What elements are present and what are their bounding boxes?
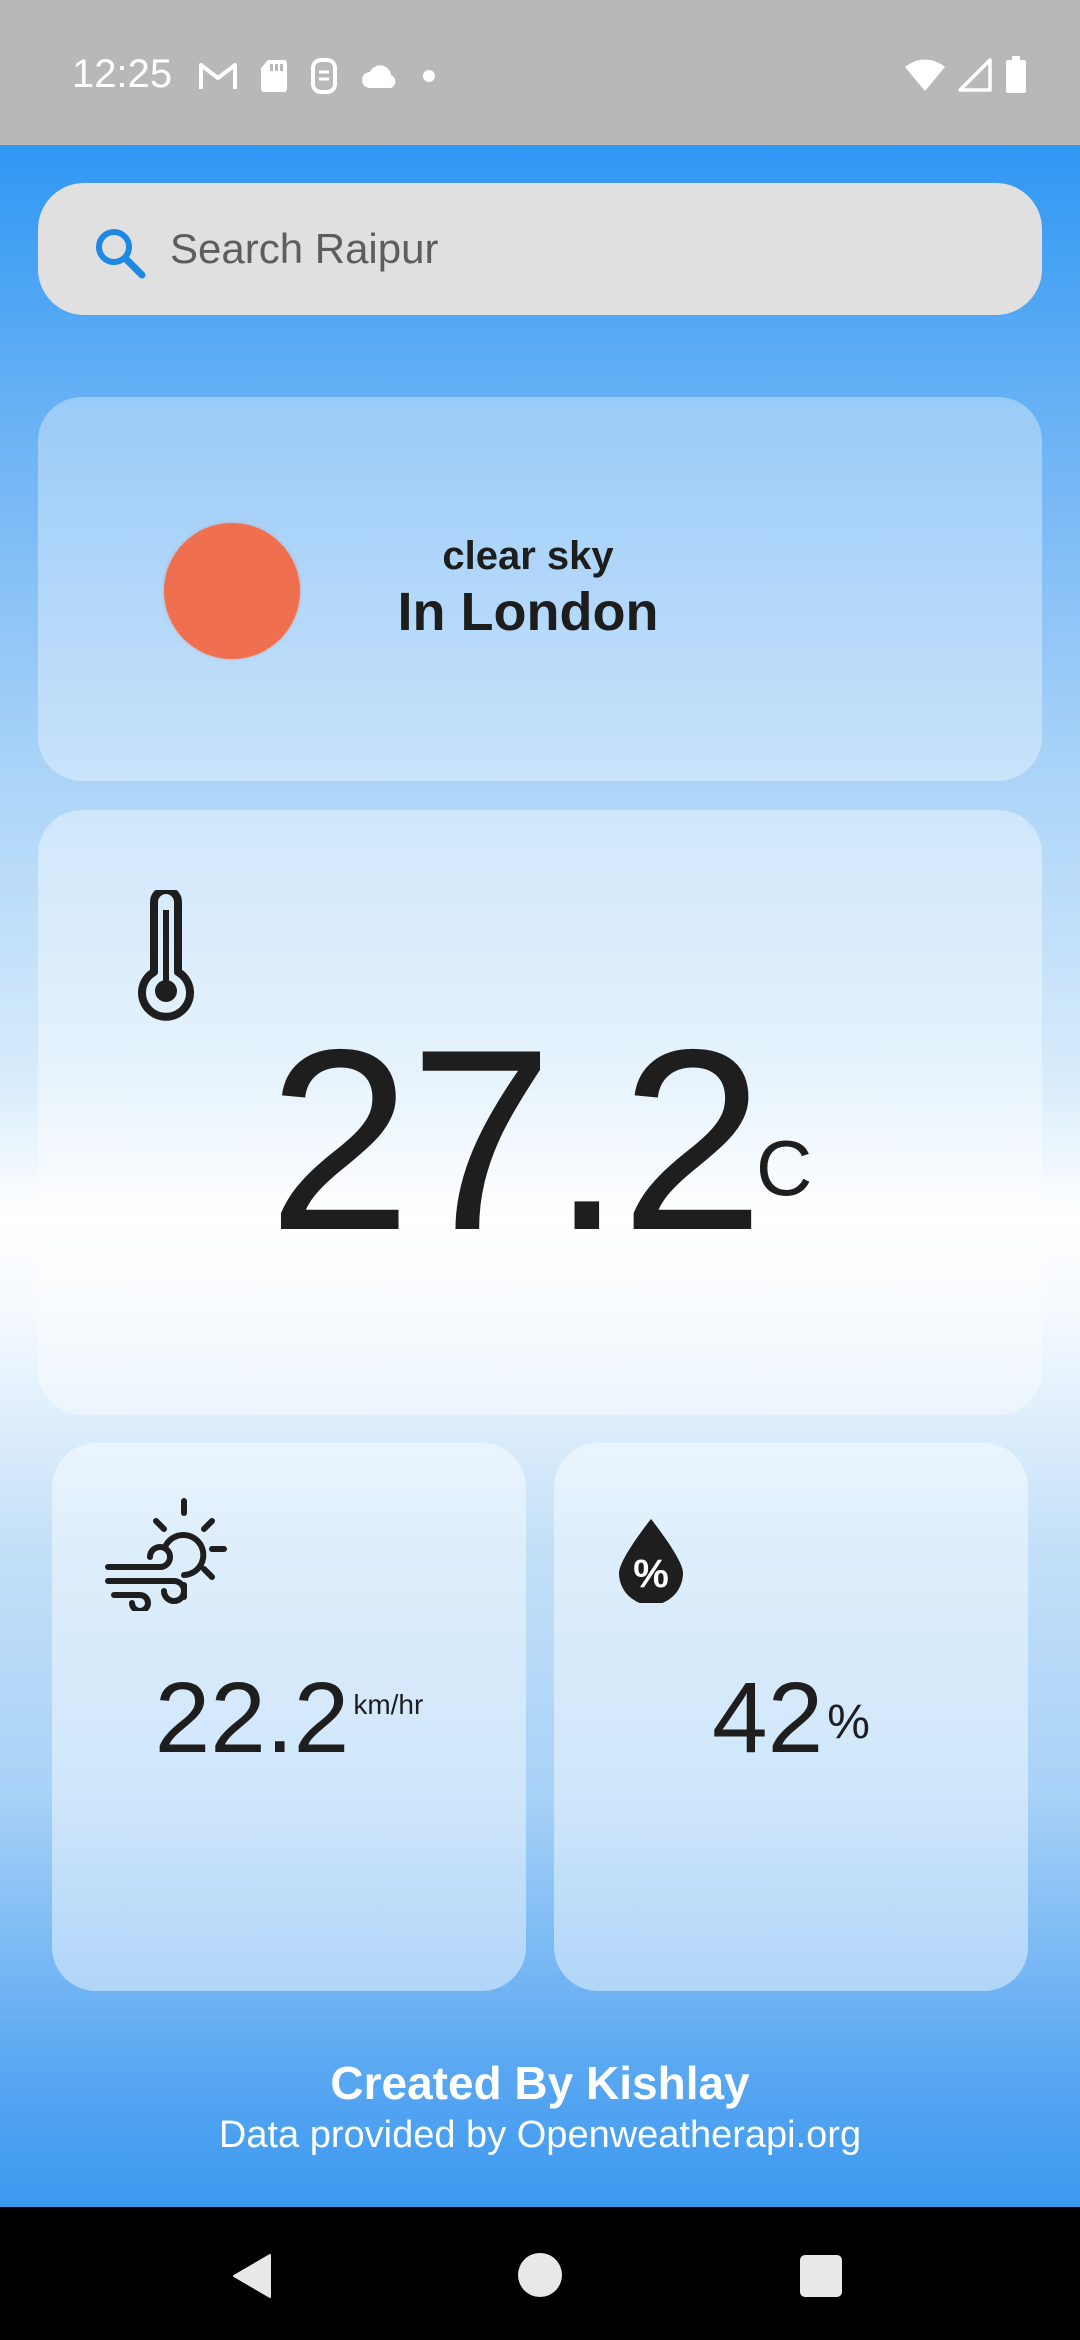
status-bar: 12:25 [0,0,1080,145]
cloud-icon [362,65,396,88]
navigation-bar [0,2207,1080,2340]
sd-card-icon [261,60,287,92]
status-icons-left [198,56,458,96]
humidity-card: % 42 % [554,1443,1028,1991]
wind-unit: km/hr [353,1689,424,1720]
temperature-value: 27.2 [268,995,764,1284]
weather-summary-card: clear sky In London [38,397,1042,781]
wind-sun-icon [105,1498,227,1611]
humidity-reading: 42 % [554,1663,1028,1773]
recents-icon[interactable] [800,2255,842,2297]
svg-text:%: % [633,1552,669,1596]
search-input[interactable] [170,183,990,315]
wind-card: 22.2 km/hr [52,1443,526,1991]
app-notification-icon [311,58,337,94]
battery-icon [1006,56,1026,93]
weather-text: clear sky In London [338,532,718,644]
home-icon[interactable] [518,2253,562,2297]
dot-icon [423,70,435,82]
footer: Created By Kishlay Data provided by Open… [0,2055,1080,2159]
wifi-icon [905,59,945,91]
search-bar[interactable] [38,183,1042,315]
thermometer-icon [138,890,194,1021]
wind-reading: 22.2 km/hr [52,1663,526,1773]
weather-description: clear sky [442,534,614,578]
gmail-icon [199,63,237,89]
signal-icon [958,58,992,92]
humidity-unit: % [827,1696,870,1749]
footer-subtitle: Data provided by Openweatherapi.org [218,2114,862,2156]
status-icons-right [892,54,1028,96]
weather-app: clear sky In London 27.2 C [0,145,1080,2207]
humidity-drop-icon: % [619,1519,683,1603]
sun-icon [164,523,300,659]
back-icon[interactable] [232,2253,272,2299]
weather-location: In London [397,582,659,642]
humidity-value: 42 [712,1662,824,1774]
search-icon[interactable] [92,225,148,281]
temperature-unit: C [756,1124,813,1212]
wind-value: 22.2 [154,1662,350,1774]
footer-title: Created By Kishlay [330,2057,750,2109]
status-time: 12:25 [72,52,173,96]
temperature-card: 27.2 C [38,810,1042,1415]
